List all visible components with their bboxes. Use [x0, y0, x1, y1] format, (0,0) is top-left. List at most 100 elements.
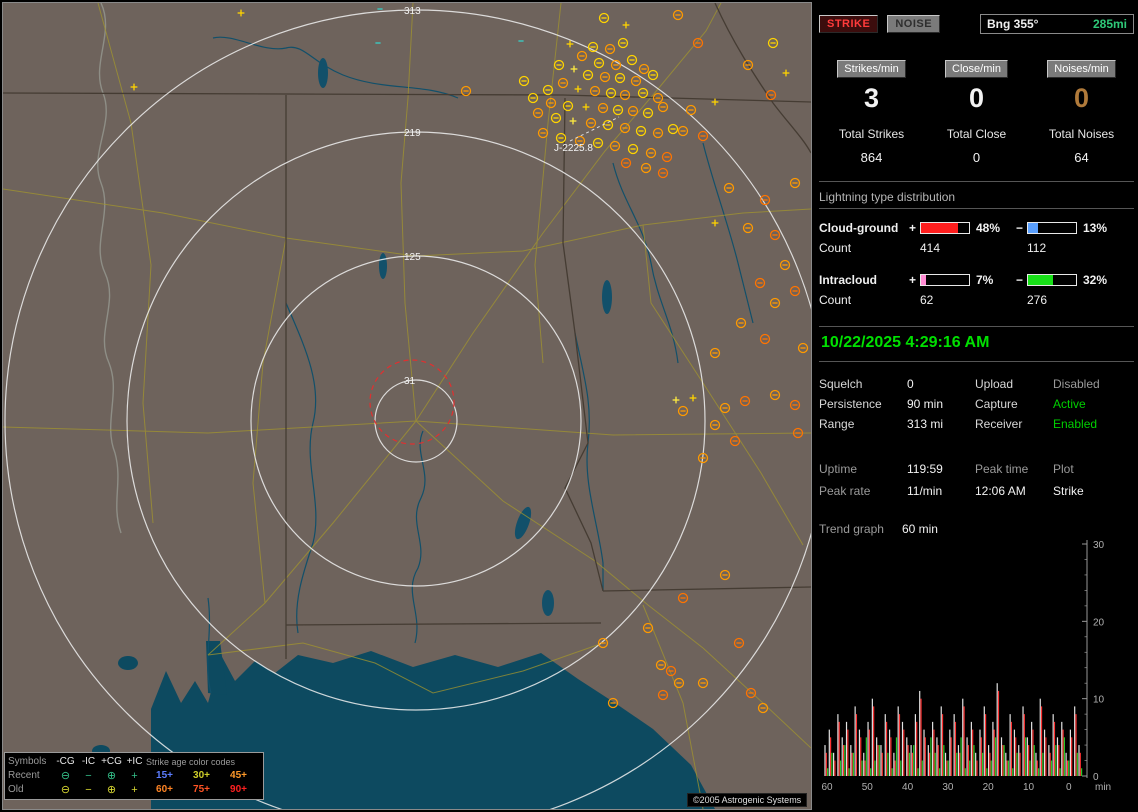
runtime-grid: Uptime 119:59 Peak time Plot Peak rate 1… [819, 458, 1134, 502]
legend-col-pos-ic: +IC [126, 756, 143, 767]
recent-pos-ic-icon: + [131, 770, 138, 782]
trend-header: Trend graph 60 min [819, 522, 1134, 536]
cg-positive-count: 414 [920, 241, 941, 255]
copyright-notice: ©2005 Astrogenic Systems [687, 793, 808, 807]
cg-negative-count: 112 [1027, 241, 1047, 255]
strikes-per-min-value: 3 [863, 83, 880, 113]
persistence-label: Persistence [819, 397, 882, 411]
cg-negative-pct: 13% [1083, 221, 1108, 235]
storm-cell-label: J-2225.8 [554, 143, 593, 154]
ic-negative-bar [1027, 274, 1077, 286]
upload-label: Upload [975, 377, 1014, 391]
total-close-label: Total Close [946, 127, 1007, 141]
trend-x-tick-label: 50 [862, 782, 874, 793]
cg-positive-bar [920, 222, 970, 234]
upload-status: Disabled [1053, 377, 1100, 391]
ic-negative-count: 276 [1027, 293, 1048, 307]
intracloud-count-row: Count 62 276 [819, 290, 1134, 310]
trend-y-tick-label: 10 [1093, 695, 1105, 706]
symbol-legend: Symbols -CG -IC +CG +IC Strike age color… [4, 752, 264, 800]
ic-negative-pct: 32% [1083, 273, 1108, 287]
legend-age-title: Strike age color codes [146, 757, 236, 767]
capture-status: Active [1053, 397, 1086, 411]
age-90: 90+ [230, 784, 247, 795]
receiver-label: Receiver [975, 417, 1023, 431]
legend-symbols-title: Symbols [8, 756, 47, 767]
total-close-value: 0 [972, 150, 981, 165]
strike-button[interactable]: STRIKE [819, 15, 879, 33]
cloud-ground-label: Cloud-ground [819, 221, 899, 235]
noise-button[interactable]: NOISE [887, 15, 941, 33]
age-45: 45+ [230, 770, 247, 781]
trend-window-value: 60 min [901, 522, 938, 536]
legend-row-recent-label: Recent [8, 770, 40, 781]
trend-graph: 302010060 50 40 30 20 10 0 min [821, 540, 1111, 793]
persistence-value: 90 min [907, 397, 944, 411]
settings-grid: Squelch 0 Upload Disabled Persistence 90… [819, 374, 1134, 434]
old-neg-ic-icon: − [85, 784, 92, 796]
count-label: Count [819, 293, 852, 307]
noises-per-min-value: 0 [1073, 83, 1090, 113]
nexstorm-app: { "panel": { "strike_btn": "STRIKE", "no… [0, 0, 1138, 812]
total-strikes-value: 864 [860, 150, 883, 165]
peak-time-label: Peak time [975, 462, 1029, 476]
age-60: 60+ [156, 784, 173, 795]
noises-per-min-button[interactable]: Noises/min [1047, 60, 1116, 78]
bearing-display: Bng 355° 285mi [980, 14, 1134, 34]
trend-y-tick-label: 30 [1093, 540, 1105, 551]
recent-neg-ic-icon: − [85, 770, 92, 782]
divider [819, 361, 1134, 362]
strikes-per-min-button[interactable]: Strikes/min [837, 60, 906, 78]
recent-neg-cg-icon: ⊖ [60, 770, 71, 782]
bearing-distance: 285mi [1092, 17, 1127, 31]
peak-time-value: 12:06 AM [975, 484, 1026, 498]
ic-positive-bar [920, 274, 970, 286]
recent-pos-cg-icon: ⊕ [106, 770, 117, 782]
close-per-min-button[interactable]: Close/min [945, 60, 1008, 78]
old-pos-ic-icon: + [131, 784, 138, 796]
panel-topbar: STRIKE NOISE Bng 355° 285mi [819, 14, 1134, 34]
ic-positive-pct: 7% [976, 273, 994, 287]
trend-x-tick-label: 30 [942, 782, 954, 793]
total-noises-value: 64 [1074, 150, 1089, 165]
range-ring-label: 31 [404, 376, 416, 387]
peak-rate-label: Peak rate [819, 484, 871, 498]
age-15: 15+ [156, 770, 173, 781]
datetime-display: 10/22/2025 4:29:16 AM [821, 334, 990, 351]
range-ring-label: 313 [404, 6, 421, 17]
old-neg-cg-icon: ⊖ [60, 784, 71, 796]
trend-x-tick-label: 40 [902, 782, 914, 793]
total-noises-label: Total Noises [1048, 127, 1115, 141]
trend-x-tick-label: 60 [821, 782, 833, 793]
legend-row-old-label: Old [8, 784, 24, 795]
old-pos-cg-icon: ⊕ [106, 784, 117, 796]
range-label: Range [819, 417, 855, 431]
status-panel: STRIKE NOISE Bng 355° 285mi Strikes/min … [815, 0, 1138, 812]
ic-positive-count: 62 [920, 293, 934, 307]
trend-x-tick-label: 0 [1066, 782, 1072, 793]
uptime-value: 119:59 [907, 462, 943, 476]
receiver-status: Enabled [1053, 417, 1098, 431]
intracloud-label: Intracloud [819, 273, 878, 287]
close-per-min-value: 0 [968, 83, 985, 113]
trend-x-tick-label: 10 [1023, 782, 1035, 793]
capture-label: Capture [975, 397, 1018, 411]
range-ring-label: 219 [404, 128, 421, 139]
intracloud-row: Intracloud + 7% − 32% [819, 270, 1134, 290]
trend-graph-label: Trend graph [819, 522, 884, 536]
cg-positive-pct: 48% [976, 221, 1001, 235]
range-ring-label: 125 [404, 252, 421, 263]
plot-mode-value: Strike [1053, 484, 1084, 498]
lightning-map[interactable]: 31 125 219 313 J-2225.8 Symbols -CG -IC +CG… [2, 2, 812, 810]
cloud-ground-row: Cloud-ground + 48% − 13% [819, 218, 1134, 238]
plus-sign: + [909, 273, 917, 287]
trend-y-tick-label: 20 [1093, 617, 1105, 628]
minus-sign: − [1016, 273, 1024, 287]
minus-sign: − [1016, 221, 1024, 235]
map-canvas: 31 125 219 313 J-2225.8 [3, 3, 811, 809]
plus-sign: + [909, 221, 917, 235]
uptime-label: Uptime [819, 462, 858, 476]
trend-x-axis-unit: min [1095, 782, 1111, 793]
legend-col-pos-cg: +CG [101, 756, 122, 767]
rate-counters: Strikes/min 3 Total Strikes 864 Close/mi… [819, 60, 1134, 165]
